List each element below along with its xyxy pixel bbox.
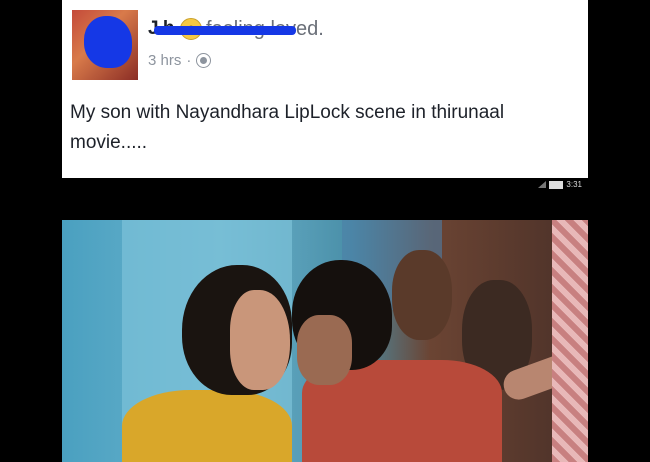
post-time[interactable]: 3 hrs: [148, 52, 181, 69]
avatar[interactable]: [72, 10, 138, 80]
background-child: [392, 250, 452, 340]
status-bar: 3:31: [62, 178, 588, 220]
name-redaction: [154, 26, 296, 35]
dot-separator: ·: [186, 52, 192, 69]
post-card: J h ☺ feeling loved. 3 hrs · My son with…: [62, 0, 588, 178]
status-icons: 3:31: [538, 180, 582, 189]
post-header: J h ☺ feeling loved.: [148, 14, 324, 44]
signal-icon: [538, 181, 547, 188]
battery-icon: [549, 180, 564, 189]
globe-icon[interactable]: [196, 53, 212, 68]
avatar-redaction: [84, 16, 132, 68]
boy-face: [297, 315, 352, 385]
checked-shirt: [552, 220, 588, 462]
woman-figure: [122, 390, 292, 462]
post-text: My son with Nayandhara LipLock scene in …: [70, 102, 505, 153]
woman-face: [230, 290, 290, 390]
status-time: 3:31: [566, 180, 582, 189]
post-meta: 3 hrs ·: [148, 52, 212, 69]
video-still[interactable]: [62, 220, 588, 462]
